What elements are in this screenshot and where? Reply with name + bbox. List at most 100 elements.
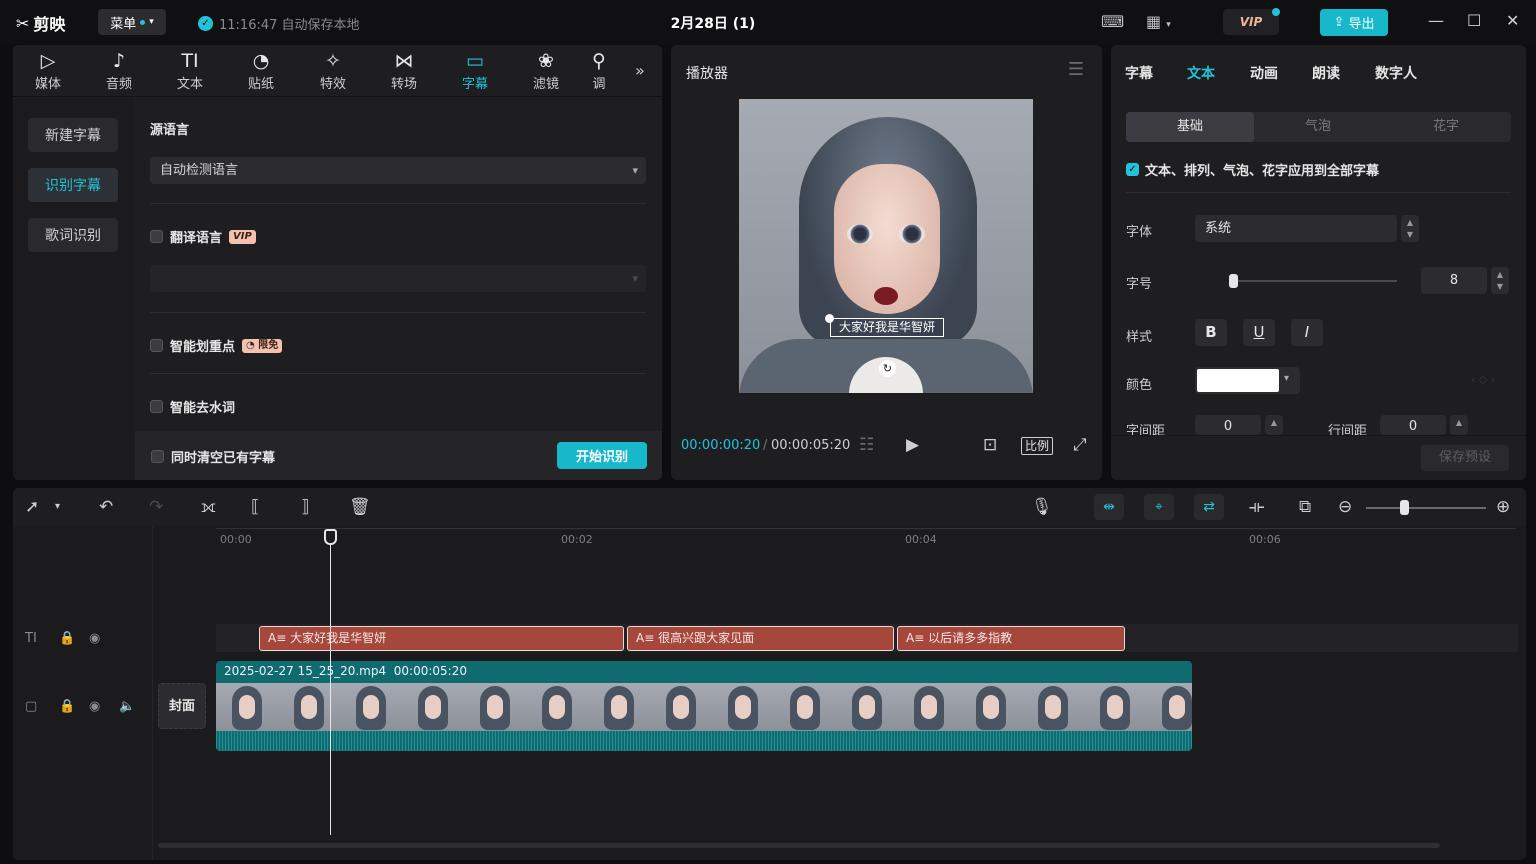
auto-snap-icon[interactable]: ⌖ [1144, 494, 1174, 520]
main-track-magnet-icon[interactable]: ⇹ [1094, 494, 1124, 520]
subtitle-overlay[interactable]: 大家好我是华智妍 [830, 318, 944, 337]
zoom-out-icon[interactable]: ⊖ [1338, 497, 1352, 517]
split-icon[interactable]: ⟗ [201, 497, 216, 517]
tool-media[interactable]: ▷ 媒体 [18, 49, 78, 92]
font-stepper[interactable]: ▲ ▼ [1401, 215, 1419, 242]
resize-handle[interactable] [825, 314, 834, 323]
speaker-icon[interactable]: 🔈 [119, 699, 135, 714]
tool-subtitle[interactable]: ▭ 字幕 [445, 49, 505, 92]
play-icon[interactable]: ▶ [906, 435, 919, 455]
translate-option[interactable]: 翻译语言 VIP [150, 227, 256, 246]
chevron-down-icon[interactable]: ▾ [55, 501, 60, 512]
ratio-button[interactable]: 比例 [1021, 437, 1054, 455]
remove-filler-option[interactable]: 智能去水词 [150, 397, 235, 416]
segment-basic[interactable]: 基础 [1126, 112, 1254, 142]
tab-text[interactable]: 文本 [1187, 63, 1215, 83]
properties-panel: 字幕 文本 动画 朗读 数字人 基础 气泡 花字 ✓ 文本、排列、气泡、花字应用… [1111, 45, 1526, 480]
letter-spacing-input[interactable]: 0 [1195, 415, 1261, 435]
vip-button[interactable]: VIP [1223, 9, 1279, 35]
export-button[interactable]: ⇪ 导出 [1320, 9, 1388, 36]
tool-filter[interactable]: ❀ 滤镜 [516, 49, 576, 92]
subtitle-clip[interactable]: A≡ 很高兴跟大家见面 [627, 626, 894, 651]
size-stepper[interactable]: ▲ ▼ [1491, 267, 1509, 294]
fullscreen-icon[interactable]: ⤢ [1073, 435, 1087, 455]
segment-bubble[interactable]: 气泡 [1254, 112, 1382, 142]
checkbox-checked-icon[interactable]: ✓ [1126, 163, 1139, 176]
remove-filler-checkbox[interactable] [150, 400, 163, 413]
tool-text[interactable]: TI 文本 [160, 49, 220, 92]
clear-existing-checkbox[interactable] [151, 450, 164, 463]
eye-icon[interactable]: ◉ [89, 699, 100, 714]
chevron-down-icon[interactable]: ▾ [1284, 373, 1289, 384]
time-ruler[interactable]: 00:00 00:02 00:04 00:06 [216, 528, 1516, 550]
font-select[interactable]: 系统 [1195, 215, 1397, 242]
zoom-slider-knob[interactable] [1400, 500, 1409, 515]
hamburger-menu-icon[interactable]: ☰ [1068, 59, 1084, 80]
keyboard-shortcut-icon[interactable]: ⌨ [1101, 12, 1124, 31]
color-swatch[interactable] [1197, 369, 1279, 392]
start-recognize-button[interactable]: 开始识别 [557, 442, 647, 469]
tab-read-aloud[interactable]: 朗读 [1312, 63, 1340, 83]
timecode-grid-icon[interactable]: ☷ [859, 435, 874, 455]
recognize-subtitle-button[interactable]: 识别字幕 [28, 168, 118, 202]
tool-transition[interactable]: ⋈ 转场 [374, 49, 434, 92]
microphone-icon[interactable]: 🎙 [1031, 497, 1053, 517]
lock-icon[interactable]: 🔒 [59, 631, 75, 646]
zoom-in-icon[interactable]: ⊕ [1496, 497, 1510, 517]
tab-digital-human[interactable]: 数字人 [1375, 63, 1417, 83]
cover-button[interactable]: 封面 [158, 683, 206, 729]
layout-icon[interactable]: ▦ ▾ [1146, 12, 1171, 31]
italic-icon[interactable]: I [1291, 319, 1323, 346]
line-spacing-input[interactable]: 0 [1380, 415, 1446, 435]
rotate-icon[interactable]: ↻ [879, 360, 896, 377]
bold-icon[interactable]: B [1195, 319, 1227, 346]
source-language-select[interactable]: 自动检测语言 ▾ [150, 157, 646, 184]
playhead-handle[interactable] [324, 529, 337, 545]
close-icon[interactable]: ✕ [1506, 11, 1519, 30]
tab-animation[interactable]: 动画 [1250, 63, 1278, 83]
subtitle-clip[interactable]: A≡ 以后请多多指教 [897, 626, 1125, 651]
save-preset-button[interactable]: 保存预设 [1421, 445, 1509, 471]
zoom-slider-track[interactable] [1366, 507, 1486, 509]
line-spacing-stepper[interactable]: ▲ [1450, 415, 1468, 435]
delete-icon[interactable]: 🗑 [349, 497, 371, 517]
preview-axis-icon[interactable]: ⟛ [1249, 497, 1264, 517]
undo-icon[interactable]: ↶ [99, 497, 113, 517]
lyric-recognize-button[interactable]: 歌词识别 [28, 218, 118, 252]
size-slider-knob[interactable] [1229, 274, 1238, 288]
sticker-icon: ◔ [252, 50, 270, 72]
select-cursor-icon[interactable]: ➚ [25, 497, 39, 517]
translate-checkbox[interactable] [150, 230, 163, 243]
video-preview[interactable]: 大家好我是华智妍 ↻ [739, 99, 1033, 393]
more-tools-icon[interactable]: » [635, 61, 645, 80]
underline-icon[interactable]: U [1243, 319, 1275, 346]
lock-icon[interactable]: 🔒 [59, 699, 75, 714]
trim-left-icon[interactable]: ⟦ [251, 497, 259, 517]
maximize-icon[interactable]: ☐ [1467, 11, 1481, 30]
highlight-checkbox[interactable] [150, 339, 163, 352]
minimize-icon[interactable]: — [1428, 11, 1444, 30]
screenshot-icon[interactable]: ⊡ [983, 435, 997, 455]
linkage-icon[interactable]: ⇄ [1194, 494, 1224, 520]
trim-right-icon[interactable]: ⟧ [301, 497, 309, 517]
tool-effects[interactable]: ✧ 特效 [303, 49, 363, 92]
size-slider-track[interactable] [1229, 280, 1397, 282]
highlight-option[interactable]: 智能划重点 ◔ 限免 [150, 336, 283, 355]
size-input[interactable]: 8 [1421, 267, 1487, 294]
clear-existing-option[interactable]: 同时清空已有字幕 [151, 447, 275, 466]
letter-spacing-stepper[interactable]: ▲ [1265, 415, 1283, 435]
segment-fancy-text[interactable]: 花字 [1382, 112, 1510, 142]
eye-icon[interactable]: ◉ [89, 631, 100, 646]
recognize-footer: 同时清空已有字幕 开始识别 [135, 431, 662, 480]
tool-audio[interactable]: ♪ 音频 [89, 49, 149, 92]
apply-all-option[interactable]: ✓ 文本、排列、气泡、花字应用到全部字幕 [1126, 160, 1379, 179]
subtitle-clip[interactable]: A≡ 大家好我是华智妍 [259, 626, 624, 651]
horizontal-scrollbar[interactable] [158, 843, 1440, 848]
tool-sticker[interactable]: ◔ 贴纸 [231, 49, 291, 92]
tool-adjust[interactable]: ⚲ 调 [584, 49, 614, 92]
tab-subtitle[interactable]: 字幕 [1125, 63, 1153, 83]
new-subtitle-button[interactable]: 新建字幕 [28, 118, 118, 152]
video-clip[interactable]: 2025-02-27 15_25_20.mp4 00:00:05:20 [216, 661, 1192, 751]
playhead-line[interactable] [330, 530, 331, 835]
fit-timeline-icon[interactable]: ⧉ [1299, 497, 1311, 517]
